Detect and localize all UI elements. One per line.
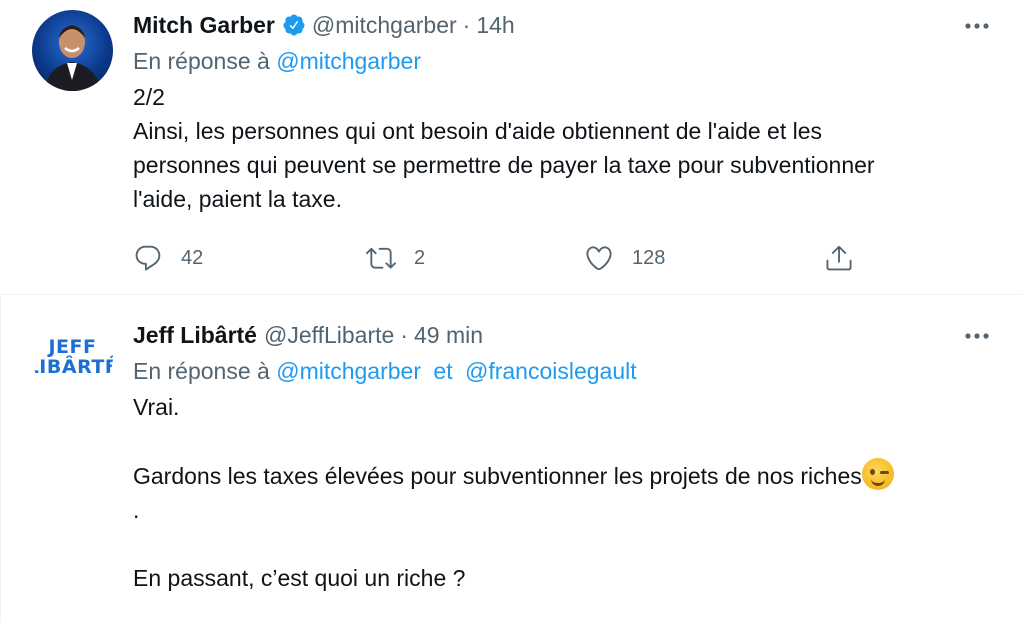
like-count: 128 [632,246,666,269]
reply-mention-link[interactable]: @francoislegault [465,358,637,384]
avatar-photo-icon [44,25,101,91]
avatar-jeff-libarte[interactable]: JEFF LIBÂRTÉ [32,316,113,397]
separator-dot: · [400,321,408,348]
more-icon[interactable] [962,324,992,348]
tweet-mitch-garber[interactable]: Mitch Garber @mitchgarber · 14h En répon… [0,0,1022,295]
like-icon [586,246,612,271]
tweet-text: 2/2 Ainsi, les personnes qui ont besoin … [133,80,1002,216]
tweet-line: l'aide, paient la taxe. [133,186,342,212]
tweet-line: 2/2 [133,84,165,110]
tweet-line: . [133,497,140,523]
reply-prefix: En réponse à [133,48,270,74]
share-icon [826,245,852,271]
author-handle[interactable]: @JeffLibarte [264,322,394,349]
avatar-logo-line: JEFF [48,335,97,358]
tweet-jeff-libarte[interactable]: JEFF LIBÂRTÉ Jeff Libârté @JeffLibarte ·… [0,296,1022,622]
like-button[interactable]: 128 [584,243,665,273]
reply-context: En réponse à @mitchgarber et @francoisle… [133,358,1002,388]
reply-button[interactable]: 42 [133,243,203,273]
reply-context: En réponse à @mitchgarber [133,48,1002,78]
tweet-line: Gardons les taxes élevées pour subventio… [133,458,1002,493]
tweet-line: Ainsi, les personnes qui ont besoin d'ai… [133,118,823,144]
avatar-mitch-garber[interactable] [32,10,113,91]
retweet-count: 2 [414,246,426,269]
tweet-header: Jeff Libârté @JeffLibarte · 49 min [133,320,1002,350]
tweet-text: Vrai. Gardons les taxes élevées pour sub… [133,390,1002,595]
reply-joiner: et [433,358,453,384]
tweet-line-text: Gardons les taxes élevées pour subventio… [133,463,862,489]
author-name[interactable]: Jeff Libârté [133,322,257,349]
tweet-timestamp[interactable]: 49 min [414,322,483,349]
tweet-line: Vrai. [133,394,180,420]
tweet-line: En passant, c’est quoi un riche ? [133,565,466,591]
tweet-line: personnes qui peuvent se permettre de pa… [133,152,875,178]
winking-face-emoji [861,458,894,490]
reply-mention-link[interactable]: @mitchgarber [276,48,421,74]
retweet-icon [366,247,396,269]
separator-dot: · [462,11,471,38]
author-handle[interactable]: @mitchgarber [312,12,457,39]
share-button[interactable] [824,243,854,273]
avatar-logo-line: LIBÂRTÉ [32,355,113,378]
tweet-header: Mitch Garber @mitchgarber · 14h [133,10,1002,40]
more-icon[interactable] [962,14,992,38]
retweet-button[interactable]: 2 [366,243,425,273]
reply-count: 42 [181,246,204,269]
verified-badge-icon [282,13,306,37]
reply-icon [135,245,161,271]
author-name[interactable]: Mitch Garber [133,12,275,39]
reply-prefix: En réponse à [133,358,270,384]
reply-mention-link[interactable]: @mitchgarber [276,358,421,384]
tweet-timestamp[interactable]: 14h [476,12,514,39]
